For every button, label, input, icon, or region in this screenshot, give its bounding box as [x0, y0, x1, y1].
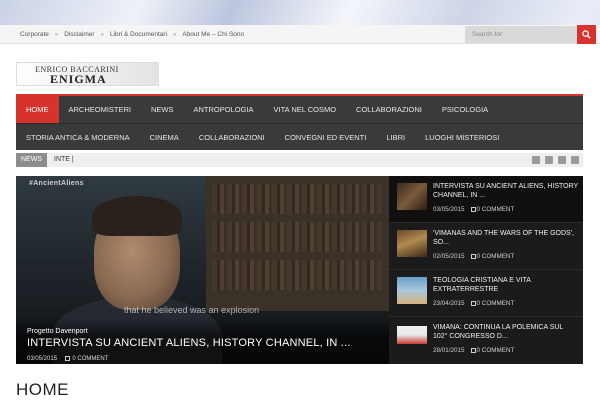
slider-item-title[interactable]: INTERVISTA SU ANCIENT ALIENS, HISTORY CH… — [433, 182, 579, 200]
news-ticker: NEWS INTE | — [16, 153, 583, 167]
slider-sidebar: INTERVISTA SU ANCIENT ALIENS, HISTORY CH… — [389, 176, 583, 364]
ticker-text[interactable]: INTE | — [54, 153, 74, 167]
nav-item-collaborazioni[interactable]: COLLABORAZIONI — [346, 96, 432, 123]
slider-item-comments[interactable]: 0 COMMENT — [477, 206, 515, 213]
featured-post[interactable]: #AncientAliens that he believed was an e… — [16, 176, 389, 364]
nav-item-vita-nel-cosmo[interactable]: VITA NEL COSMO — [264, 96, 347, 123]
thumbnail-image — [397, 230, 427, 257]
featured-category[interactable]: Progetto Davenport — [27, 328, 88, 335]
linkedin-icon[interactable] — [558, 156, 566, 164]
slider-item[interactable]: 'VIMANAS AND THE WARS OF THE GODS', SO..… — [389, 223, 583, 270]
comment-icon — [470, 254, 476, 259]
facebook-icon[interactable] — [532, 156, 540, 164]
slider-item-meta: 03/05/2015 0 COMMENT — [433, 206, 514, 213]
nav-item-luoghi[interactable]: LUOGHI MISTERIOSI — [415, 124, 509, 151]
featured-comments[interactable]: 0 COMMENT — [72, 356, 108, 362]
slider-item-title[interactable]: VIMANA: CONTINUA LA POLEMICA SUL 102° CO… — [433, 323, 579, 341]
twitter-icon[interactable] — [571, 156, 579, 164]
nav-item-archeomisteri[interactable]: ARCHEOMISTERI — [59, 96, 142, 123]
slider-item-comments[interactable]: 0 COMMENT — [477, 347, 515, 354]
search-button[interactable] — [577, 25, 596, 44]
separator-icon: » — [100, 31, 104, 38]
page-title: HOME — [16, 380, 69, 399]
thumbnail-image — [397, 183, 427, 210]
books-row — [212, 222, 382, 252]
slider-item-comments[interactable]: 0 COMMENT — [477, 300, 515, 307]
featured-title[interactable]: INTERVISTA SU ANCIENT ALIENS, HISTORY CH… — [27, 337, 351, 349]
nav-row-2: STORIA ANTICA & MODERNA CINEMA COLLABORA… — [16, 123, 583, 150]
top-bar: Corporate » Disclaimer » Libri & Documen… — [0, 25, 600, 44]
thumbnail-image — [397, 326, 427, 344]
featured-meta: 03/05/2015 0 COMMENT — [27, 356, 108, 362]
slider-item-date: 28/01/2015 — [433, 347, 465, 354]
nav-item-antropologia[interactable]: ANTROPOLOGIA — [184, 96, 264, 123]
main-nav: HOME ARCHEOMISTERI NEWS ANTROPOLOGIA VIT… — [16, 94, 583, 150]
slider-item-meta: 28/01/2015 0 COMMENT — [433, 347, 514, 354]
logo-title: ENIGMA — [50, 72, 107, 86]
slider-item-meta: 02/05/2015 0 COMMENT — [433, 253, 514, 260]
slider-item-date: 23/04/2015 — [433, 300, 465, 307]
ticker-label: NEWS — [16, 153, 47, 167]
featured-date: 03/05/2015 — [27, 356, 58, 362]
slider-item[interactable]: INTERVISTA SU ANCIENT ALIENS, HISTORY CH… — [389, 176, 583, 223]
slider-item[interactable]: TEOLOGIA CRISTIANA E VITA EXTRATERRESTRE… — [389, 270, 583, 317]
slider-item-title[interactable]: 'VIMANAS AND THE WARS OF THE GODS', SO..… — [433, 229, 579, 247]
nav-item-home[interactable]: HOME — [16, 96, 59, 123]
featured-slider: #AncientAliens that he believed was an e… — [16, 176, 583, 364]
top-link-about[interactable]: About Me – Chi Sono — [182, 31, 244, 38]
search-icon — [582, 30, 591, 39]
nav-item-collaborazioni-2[interactable]: COLLABORAZIONI — [189, 124, 275, 151]
googleplus-icon[interactable] — [545, 156, 553, 164]
slider-item-meta: 23/04/2015 0 COMMENT — [433, 300, 514, 307]
books-row — [212, 184, 382, 214]
site-logo[interactable]: ENRICO BACCARINI ENIGMA — [16, 62, 159, 86]
slider-item-title[interactable]: TEOLOGIA CRISTIANA E VITA EXTRATERRESTRE — [433, 276, 579, 294]
comment-icon — [64, 356, 70, 361]
top-link-disclaimer[interactable]: Disclaimer — [64, 31, 94, 38]
page-wrapper: Corporate » Disclaimer » Libri & Documen… — [0, 25, 600, 400]
slider-item-date: 02/05/2015 — [433, 253, 465, 260]
top-link-libri[interactable]: Libri & Documentari — [110, 31, 167, 38]
comment-icon — [470, 348, 476, 353]
nav-item-libri[interactable]: LIBRI — [376, 124, 415, 151]
top-links: Corporate » Disclaimer » Libri & Documen… — [20, 25, 250, 44]
comment-icon — [470, 301, 476, 306]
books-row — [212, 260, 382, 290]
video-watermark: #AncientAliens — [29, 180, 84, 187]
nav-item-cinema[interactable]: CINEMA — [140, 124, 189, 151]
nav-item-convegni[interactable]: CONVEGNI ED EVENTI — [275, 124, 377, 151]
slider-item-comments[interactable]: 0 COMMENT — [477, 253, 515, 260]
slider-item[interactable]: VIMANA: CONTINUA LA POLEMICA SUL 102° CO… — [389, 317, 583, 364]
comment-icon — [470, 207, 476, 212]
person-hair-image — [92, 196, 182, 236]
search-input[interactable]: Search for: — [465, 26, 577, 43]
top-link-corporate[interactable]: Corporate — [20, 31, 49, 38]
nav-item-news[interactable]: NEWS — [141, 96, 184, 123]
slider-item-date: 03/05/2015 — [433, 206, 465, 213]
thumbnail-image — [397, 277, 427, 304]
nav-item-storia[interactable]: STORIA ANTICA & MODERNA — [16, 124, 140, 151]
nav-item-psicologia[interactable]: PSICOLOGIA — [432, 96, 498, 123]
nav-row-1: HOME ARCHEOMISTERI NEWS ANTROPOLOGIA VIT… — [16, 96, 498, 123]
separator-icon: » — [173, 31, 177, 38]
video-subtitle: that he believed was an explosion — [124, 305, 260, 315]
separator-icon: » — [54, 31, 59, 38]
social-links — [532, 156, 579, 164]
